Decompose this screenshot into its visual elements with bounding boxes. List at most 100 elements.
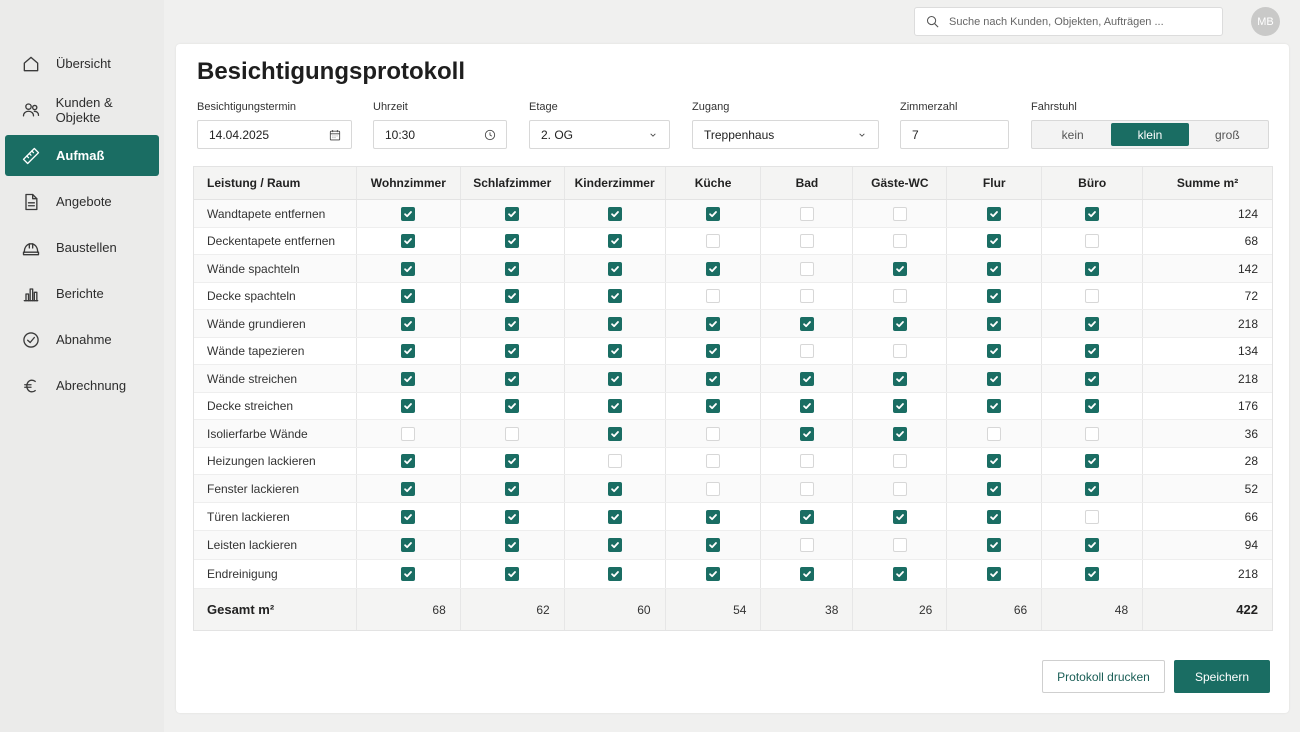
checkbox-unchecked[interactable] [401, 426, 416, 441]
checkbox-checked[interactable] [401, 206, 416, 221]
checkbox-unchecked[interactable] [607, 454, 622, 468]
checkbox-unchecked[interactable] [892, 234, 907, 248]
checkbox-unchecked[interactable] [1085, 509, 1100, 524]
checkbox-unchecked[interactable] [706, 289, 721, 303]
checkbox-checked[interactable] [892, 261, 907, 276]
nav-item-abrechnung[interactable]: Abrechnung [5, 365, 159, 406]
checkbox-checked[interactable] [607, 399, 622, 413]
checkbox-checked[interactable] [505, 481, 520, 496]
checkbox-checked[interactable] [987, 316, 1002, 331]
checkbox-checked[interactable] [987, 509, 1002, 524]
checkbox-unchecked[interactable] [799, 234, 814, 248]
checkbox-unchecked[interactable] [987, 426, 1002, 441]
checkbox-checked[interactable] [892, 509, 907, 524]
print-protocol-button[interactable]: Protokoll drucken [1042, 660, 1165, 693]
save-button[interactable]: Speichern [1174, 660, 1270, 693]
nav-item-angebote[interactable]: Angebote [5, 181, 159, 222]
checkbox-checked[interactable] [607, 509, 622, 524]
checkbox-checked[interactable] [505, 234, 520, 248]
checkbox-checked[interactable] [1085, 371, 1100, 386]
checkbox-checked[interactable] [987, 567, 1002, 581]
checkbox-checked[interactable] [401, 316, 416, 331]
checkbox-checked[interactable] [987, 289, 1002, 303]
checkbox-unchecked[interactable] [706, 234, 721, 248]
checkbox-checked[interactable] [505, 261, 520, 276]
checkbox-unchecked[interactable] [892, 206, 907, 221]
checkbox-unchecked[interactable] [706, 426, 721, 441]
checkbox-unchecked[interactable] [1085, 426, 1100, 441]
checkbox-unchecked[interactable] [706, 481, 721, 496]
checkbox-unchecked[interactable] [706, 454, 721, 468]
checkbox-checked[interactable] [505, 567, 520, 581]
checkbox-checked[interactable] [706, 567, 721, 581]
checkbox-checked[interactable] [706, 206, 721, 221]
checkbox-unchecked[interactable] [892, 538, 907, 552]
checkbox-checked[interactable] [505, 509, 520, 524]
checkbox-checked[interactable] [706, 371, 721, 386]
checkbox-checked[interactable] [706, 344, 721, 358]
checkbox-checked[interactable] [401, 234, 416, 248]
checkbox-checked[interactable] [987, 261, 1002, 276]
checkbox-checked[interactable] [607, 234, 622, 248]
checkbox-checked[interactable] [607, 481, 622, 496]
checkbox-checked[interactable] [401, 567, 416, 581]
clock-icon[interactable] [483, 128, 497, 142]
checkbox-unchecked[interactable] [799, 206, 814, 221]
checkbox-checked[interactable] [607, 426, 622, 441]
checkbox-checked[interactable] [987, 371, 1002, 386]
checkbox-checked[interactable] [892, 426, 907, 441]
checkbox-checked[interactable] [799, 567, 814, 581]
checkbox-checked[interactable] [401, 261, 416, 276]
checkbox-checked[interactable] [505, 206, 520, 221]
checkbox-checked[interactable] [401, 289, 416, 303]
checkbox-unchecked[interactable] [799, 481, 814, 496]
checkbox-unchecked[interactable] [799, 454, 814, 468]
elevator-option-klein[interactable]: klein [1111, 123, 1189, 146]
checkbox-checked[interactable] [987, 234, 1002, 248]
search-input[interactable] [949, 15, 1209, 28]
checkbox-unchecked[interactable] [1085, 234, 1100, 248]
nav-item-aufmass[interactable]: Aufmaß [5, 135, 159, 176]
checkbox-unchecked[interactable] [799, 289, 814, 303]
checkbox-checked[interactable] [505, 289, 520, 303]
checkbox-checked[interactable] [505, 538, 520, 552]
checkbox-checked[interactable] [607, 261, 622, 276]
checkbox-checked[interactable] [1085, 567, 1100, 581]
checkbox-checked[interactable] [607, 316, 622, 331]
checkbox-checked[interactable] [987, 454, 1002, 468]
checkbox-checked[interactable] [987, 206, 1002, 221]
checkbox-checked[interactable] [1085, 206, 1100, 221]
checkbox-unchecked[interactable] [892, 481, 907, 496]
checkbox-checked[interactable] [1085, 481, 1100, 496]
checkbox-checked[interactable] [607, 538, 622, 552]
checkbox-checked[interactable] [401, 538, 416, 552]
checkbox-checked[interactable] [706, 538, 721, 552]
checkbox-checked[interactable] [987, 399, 1002, 413]
checkbox-checked[interactable] [607, 371, 622, 386]
nav-item-abnahme[interactable]: Abnahme [5, 319, 159, 360]
checkbox-checked[interactable] [401, 509, 416, 524]
checkbox-unchecked[interactable] [892, 289, 907, 303]
checkbox-checked[interactable] [1085, 399, 1100, 413]
checkbox-checked[interactable] [505, 344, 520, 358]
checkbox-checked[interactable] [505, 399, 520, 413]
checkbox-checked[interactable] [401, 371, 416, 386]
checkbox-checked[interactable] [401, 344, 416, 358]
checkbox-unchecked[interactable] [892, 344, 907, 358]
checkbox-checked[interactable] [799, 426, 814, 441]
checkbox-unchecked[interactable] [799, 344, 814, 358]
checkbox-checked[interactable] [505, 454, 520, 468]
checkbox-checked[interactable] [1085, 454, 1100, 468]
checkbox-checked[interactable] [706, 399, 721, 413]
time-field[interactable]: 10:30 [373, 120, 507, 149]
checkbox-checked[interactable] [1085, 344, 1100, 358]
rooms-input[interactable]: 7 [900, 120, 1009, 149]
checkbox-unchecked[interactable] [892, 454, 907, 468]
checkbox-unchecked[interactable] [799, 538, 814, 552]
checkbox-unchecked[interactable] [505, 426, 520, 441]
checkbox-unchecked[interactable] [1085, 289, 1100, 303]
checkbox-checked[interactable] [706, 509, 721, 524]
nav-item-uebersicht[interactable]: Übersicht [5, 43, 159, 84]
checkbox-checked[interactable] [987, 538, 1002, 552]
checkbox-checked[interactable] [987, 481, 1002, 496]
